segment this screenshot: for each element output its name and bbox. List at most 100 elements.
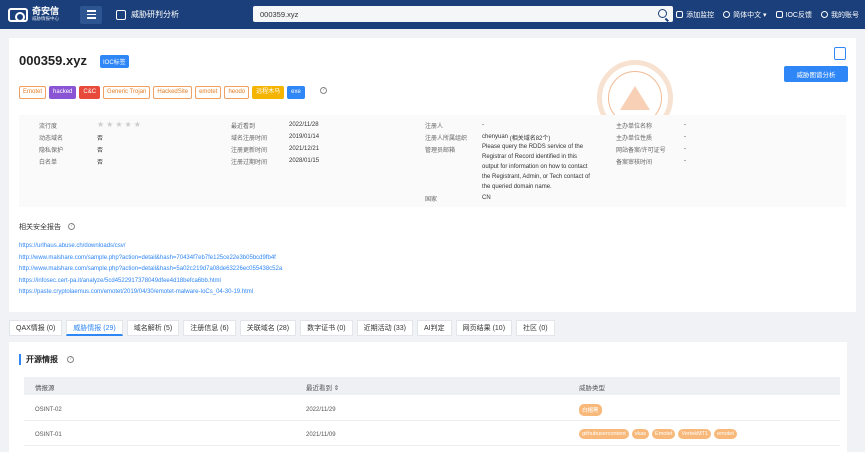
- tab-threat-intel[interactable]: 威胁情报 (29): [66, 320, 123, 336]
- report-link[interactable]: https://paste.cryptolaemus.com/emotet/20…: [19, 287, 282, 299]
- tag[interactable]: hacked: [49, 86, 77, 100]
- osint-section: 开源情报 ? 情报源 最近看到 ⇕ 威胁类型 OSINT-02 2022/11/…: [9, 342, 847, 452]
- warning-icon: [620, 86, 650, 110]
- menu-icon[interactable]: [80, 5, 102, 24]
- tab-community[interactable]: 社区 (0): [516, 320, 555, 336]
- info-key: 网站备案/许可证号: [616, 147, 666, 154]
- info-key: 流行度: [39, 123, 58, 130]
- logo[interactable]: 奇安信 威胁情报中心: [0, 0, 70, 29]
- registrant-org-link[interactable]: chenyuan: [482, 134, 508, 140]
- threat-tag[interactable]: vkas: [631, 429, 650, 439]
- info-key: 备案审核时间: [616, 159, 653, 166]
- logo-icon: [8, 7, 28, 22]
- threat-tag[interactable]: githubusercontent: [579, 429, 629, 439]
- popularity-stars: ★ ★ ★ ★ ★: [97, 121, 141, 129]
- col-last-seen[interactable]: 最近看到 ⇕: [306, 382, 339, 392]
- info-col-icp: 主办单位名称 - 主办单位性质 - 网站备案/许可证号 - 备案审核时间 -: [616, 119, 686, 167]
- tab-recent-activity[interactable]: 近期活动 (33): [356, 320, 414, 336]
- info-value: 2021/12/21: [289, 146, 320, 152]
- info-value: 否: [97, 147, 104, 154]
- info-key: 注册更新时间: [231, 147, 268, 154]
- info-country: 国家 CN: [425, 192, 491, 204]
- info-value: -: [684, 158, 686, 164]
- top-bar: 奇安信 威胁情报中心 威胁研判分析 000359.xyz 添加监控 简体中文 ▾…: [0, 0, 865, 29]
- report-link[interactable]: http://www.malshare.com/sample.php?actio…: [19, 264, 282, 276]
- info-col-dates: 最近看到 2022/11/28 域名注册时间 2019/01/14 注册更新时间 20…: [231, 119, 319, 167]
- related-domains-count[interactable]: (相关域名82个): [510, 133, 551, 142]
- app-title: 威胁研判分析: [116, 9, 179, 20]
- threat-tag[interactable]: VertekMT1: [678, 429, 712, 439]
- info-panel: 流行度 ★ ★ ★ ★ ★ 动态域名否 隐私保护否 白名单否 最近看到 2022/11/2…: [19, 115, 846, 207]
- threat-tags: 白帽黑: [579, 404, 602, 416]
- tag[interactable]: Generic Trojan: [103, 86, 151, 100]
- help-icon[interactable]: ?: [68, 223, 75, 230]
- info-key: 最近看到: [231, 123, 256, 130]
- star-icon: ★: [115, 120, 123, 129]
- table-row: OSINT-02 2022/11/29 白帽黑: [24, 399, 840, 421]
- tag-list: Emotet hacked C&C Generic Trojan HackedS…: [19, 86, 305, 100]
- search-value: 000359.xyz: [260, 9, 299, 19]
- topnav-monitor[interactable]: 添加监控: [676, 10, 714, 20]
- col-threat-type: 威胁类型: [579, 385, 605, 392]
- help-icon[interactable]: ?: [320, 87, 327, 94]
- info-value: 2022/11/28: [289, 122, 319, 128]
- cell-source: OSINT-01: [35, 432, 62, 438]
- analysis-icon: [116, 9, 126, 20]
- info-col-basic: 流行度 ★ ★ ★ ★ ★ 动态域名否 隐私保护否 白名单否: [39, 119, 141, 167]
- tab-whois[interactable]: 注册信息 (6): [183, 320, 236, 336]
- export-icon[interactable]: [834, 47, 846, 60]
- tab-web-results[interactable]: 网页结果 (10): [455, 320, 513, 336]
- info-key: 注册人所属组织: [425, 135, 468, 142]
- top-nav: 添加监控 简体中文 ▾ IOC反馈 我的账号: [676, 0, 859, 29]
- tag[interactable]: HackedSite: [153, 86, 193, 100]
- brand-name: 奇安信: [32, 6, 60, 17]
- tag[interactable]: exe: [287, 86, 305, 100]
- tab-qax[interactable]: QAX情报 (0): [9, 320, 63, 336]
- user-icon: [821, 11, 828, 18]
- table-header: 情报源 最近看到 ⇕ 威胁类型: [24, 377, 840, 395]
- feedback-icon: [775, 11, 783, 18]
- monitor-icon: [676, 11, 684, 18]
- tag[interactable]: emotet: [195, 86, 222, 100]
- info-key: 国家: [425, 196, 438, 203]
- threat-tag[interactable]: emotet: [714, 429, 737, 439]
- search-input[interactable]: 000359.xyz: [253, 6, 673, 22]
- reports-title: 相关安全报告: [19, 224, 61, 231]
- topnav-feedback[interactable]: IOC反馈: [775, 10, 812, 20]
- report-link[interactable]: http://www.malshare.com/sample.php?actio…: [19, 253, 282, 265]
- report-link[interactable]: https://urlhaus.abuse.ch/downloads/csv/: [19, 241, 282, 253]
- threat-tag[interactable]: 白帽黑: [579, 404, 602, 416]
- cell-source: OSINT-02: [35, 407, 62, 413]
- topnav-label: IOC反馈: [785, 11, 812, 19]
- info-value: CN: [482, 195, 491, 201]
- globe-icon: [723, 11, 731, 18]
- col-source: 情报源: [35, 385, 55, 392]
- report-link[interactable]: https://infosec.cert-pa.it/analyze/5cd45…: [19, 276, 282, 288]
- tag[interactable]: Emotet: [19, 86, 47, 100]
- tag[interactable]: heodo: [224, 86, 250, 100]
- tag[interactable]: C&C: [79, 86, 101, 100]
- topnav-label: 简体中文 ▾: [733, 11, 767, 19]
- star-icon: ★: [106, 120, 114, 129]
- info-key: 动态域名: [39, 135, 64, 142]
- help-icon[interactable]: ?: [67, 356, 74, 363]
- tab-certificates[interactable]: 数字证书 (0): [300, 320, 353, 336]
- info-value: -: [684, 122, 686, 128]
- tab-dns[interactable]: 域名解析 (5): [126, 320, 180, 336]
- threat-tag[interactable]: Emotet: [652, 429, 676, 439]
- tab-related-domains[interactable]: 关联域名 (28): [239, 320, 297, 336]
- info-value: 否: [97, 159, 104, 166]
- tag[interactable]: 远程木马: [252, 86, 285, 100]
- threat-graph-button[interactable]: 威胁图谱分析: [784, 66, 848, 82]
- info-key: 隐私保护: [39, 147, 64, 154]
- ioc-detail-card: 000359.xyz IOC标签 Emotet hacked C&C Gener…: [9, 38, 856, 312]
- search-icon[interactable]: [658, 9, 667, 18]
- ioc-badge[interactable]: IOC标签: [100, 55, 129, 68]
- info-value: -: [684, 146, 686, 152]
- topnav-account[interactable]: 我的账号: [821, 10, 859, 20]
- tab-ai[interactable]: AI判定: [417, 320, 452, 336]
- info-value: 2028/01/15: [289, 158, 320, 164]
- topnav-language[interactable]: 简体中文 ▾: [723, 10, 767, 20]
- star-icon: ★: [133, 120, 141, 129]
- info-key: 主办单位性质: [616, 135, 653, 142]
